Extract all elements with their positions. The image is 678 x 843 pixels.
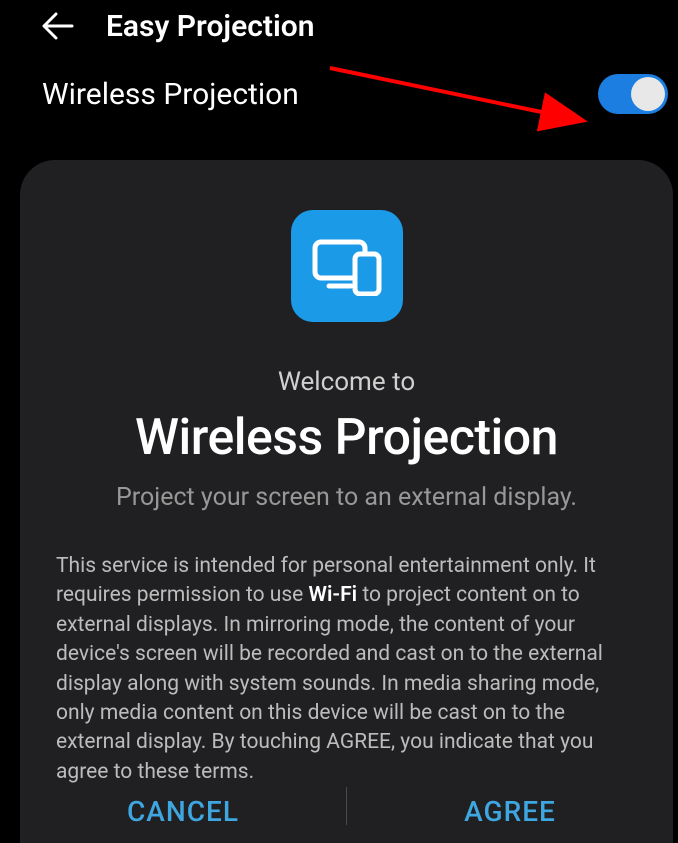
- screen-cast-icon: [311, 236, 383, 296]
- terms-post: to project content on to external displa…: [56, 583, 603, 783]
- terms-bold: Wi-Fi: [309, 583, 358, 607]
- dialog-terms-text: This service is intended for personal en…: [50, 552, 643, 787]
- back-button[interactable]: [40, 8, 76, 44]
- page-title: Easy Projection: [106, 9, 314, 44]
- welcome-dialog: Welcome to Wireless Projection Project y…: [20, 160, 673, 843]
- dialog-footer: CANCEL AGREE: [20, 779, 673, 843]
- projection-app-icon: [291, 210, 403, 322]
- setting-label: Wireless Projection: [42, 77, 299, 112]
- toggle-knob: [631, 77, 665, 111]
- welcome-label: Welcome to: [278, 367, 415, 397]
- arrow-left-icon: [42, 12, 74, 40]
- header: Easy Projection: [0, 0, 678, 64]
- agree-button[interactable]: AGREE: [347, 779, 673, 843]
- wireless-projection-toggle[interactable]: [598, 74, 668, 114]
- cancel-button[interactable]: CANCEL: [20, 779, 346, 843]
- dialog-title: Wireless Projection: [135, 409, 558, 467]
- dialog-subtitle: Project your screen to an external displ…: [116, 483, 577, 512]
- wireless-projection-row: Wireless Projection: [0, 64, 678, 114]
